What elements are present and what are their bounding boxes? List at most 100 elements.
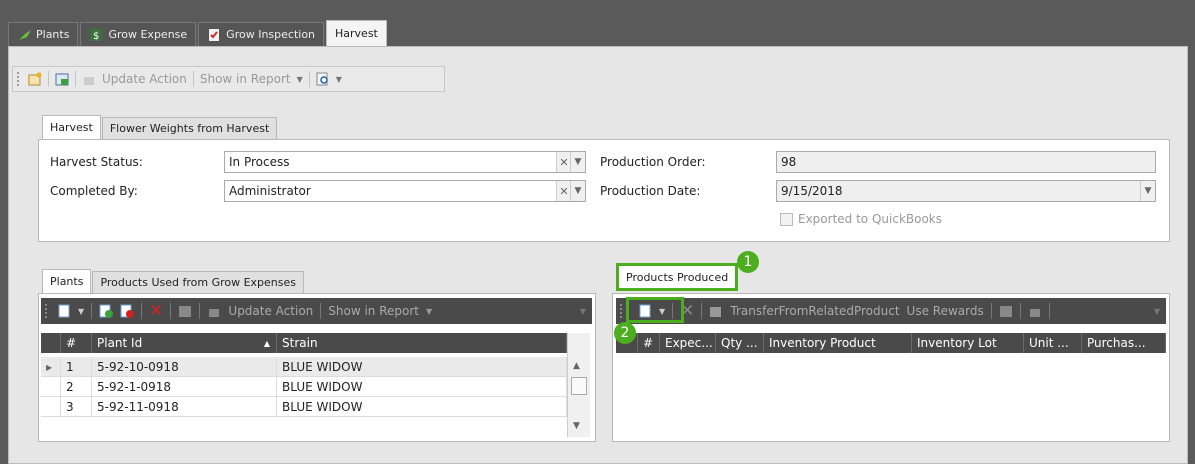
column-header-qty[interactable]: Qty ... [716,333,764,353]
column-header-purchase[interactable]: Purchas... [1082,333,1166,353]
tab-harvest[interactable]: Harvest [42,115,101,139]
add-item-icon[interactable] [99,304,114,318]
scrollbar-thumb[interactable] [571,377,587,395]
clear-icon[interactable]: ✕ [556,152,571,172]
plants-grid-header: # Plant Id ▲ Strain [41,333,567,353]
row-indicator-header [41,333,61,353]
toolbar-overflow-icon[interactable]: ▼ [1154,307,1160,316]
cell-plant-id: 5-92-1-0918 [92,377,277,397]
chevron-down-icon[interactable]: ▼ [570,152,585,172]
cell-plant-id: 5-92-10-0918 [92,357,277,377]
column-header-inventory-lot[interactable]: Inventory Lot [912,333,1024,353]
column-header-unit[interactable]: Unit ... [1024,333,1082,353]
delete-icon[interactable]: ✕ [149,301,163,321]
svg-text:$: $ [93,31,99,42]
harvest-status-field[interactable]: In Process ✕ ▼ [224,151,586,173]
column-header-expected[interactable]: Expec... [660,333,716,353]
callout-badge-1: 1 [737,251,759,273]
row-indicator [41,397,61,417]
table-row[interactable]: 2 5-92-1-0918 BLUE WIDOW [41,377,567,397]
transfer-from-related-product-button[interactable]: TransferFromRelatedProduct [730,304,899,318]
doc-tab-label: Grow Inspection [226,28,316,41]
products-grid-body[interactable] [616,353,1166,438]
plants-tabs: Plants Products Used from Grow Expenses [42,269,305,293]
column-header-plant-id[interactable]: Plant Id ▲ [92,333,277,353]
harvest-tabs: Harvest Flower Weights from Harvest [42,115,278,139]
toolbar-grip[interactable] [45,304,50,318]
cell-number: 3 [61,397,92,417]
toolbar-separator [1048,303,1050,319]
toolbar-separator [48,71,49,87]
use-rewards-button[interactable]: Use Rewards [907,304,984,318]
tab-products-produced[interactable]: Products Produced [616,263,739,291]
clear-icon[interactable]: ✕ [556,181,571,201]
cell-plant-id: 5-92-11-0918 [92,397,277,417]
toolbar-grip[interactable] [620,304,625,318]
doc-tab-grow-inspection[interactable]: Grow Inspection [198,22,325,46]
doc-tab-plants[interactable]: Plants [8,22,79,46]
doc-tab-label: Harvest [335,27,378,40]
doc-tab-harvest[interactable]: Harvest [326,20,387,46]
tab-flower-weights[interactable]: Flower Weights from Harvest [101,117,278,139]
update-action-icon [82,72,96,86]
cell-number: 1 [61,357,92,377]
column-header-strain[interactable]: Strain [277,333,567,353]
update-action-button[interactable]: Update Action [228,304,313,318]
show-in-report-button[interactable]: Show in Report [328,304,419,318]
exported-checkbox-row: Exported to QuickBooks [780,212,942,226]
column-header-number[interactable]: # [61,333,92,353]
report-search-icon[interactable] [316,72,330,86]
remove-item-icon[interactable] [120,304,135,318]
production-order-field[interactable]: 98 [776,151,1156,173]
update-action-icon [207,304,221,318]
show-in-report-button[interactable]: Show in Report [200,72,291,86]
cell-strain: BLUE WIDOW [277,397,567,417]
table-row[interactable]: ▶ 1 5-92-10-0918 BLUE WIDOW [41,357,567,377]
production-date-label: Production Date: [600,184,701,198]
toolbar-separator [199,303,201,319]
exported-label: Exported to QuickBooks [798,212,943,226]
doc-tab-grow-expense[interactable]: $ Grow Expense [80,22,197,46]
toolbar-overflow-icon[interactable]: ▼ [580,307,586,316]
column-header-number[interactable]: # [638,333,660,353]
column-header-inventory-product[interactable]: Inventory Product [764,333,912,353]
toolbar-grip[interactable] [17,72,22,86]
chevron-down-icon[interactable]: ▼ [426,307,432,316]
new-record-icon[interactable] [28,72,42,86]
chevron-down-icon[interactable]: ▼ [336,75,342,84]
app-window: Plants $ Grow Expense Grow Inspection Ha… [0,0,1195,464]
cell-number: 2 [61,377,92,397]
toolbar-separator [990,303,992,319]
chevron-down-icon[interactable]: ▼ [1140,181,1155,201]
tab-products-used[interactable]: Products Used from Grow Expenses [92,271,305,293]
production-order-label: Production Order: [600,155,706,169]
chevron-down-icon[interactable]: ▼ [570,181,585,201]
scroll-up-icon[interactable]: ▲ [573,361,580,371]
grid-export-icon[interactable] [999,304,1013,318]
production-date-field[interactable]: 9/15/2018 ▼ [776,180,1156,202]
expense-icon: $ [89,28,103,42]
completed-by-label: Completed By: [50,184,138,198]
update-action-button[interactable]: Update Action [102,72,187,86]
grid-export-icon[interactable] [55,72,69,86]
exported-checkbox[interactable] [780,212,793,226]
plants-toolbar: ▼ ✕ Update Action Show in Report ▼ ▼ [41,298,592,324]
cell-strain: BLUE WIDOW [277,357,567,377]
row-indicator-icon: ▶ [41,357,61,377]
table-row[interactable]: 3 5-92-11-0918 BLUE WIDOW [41,397,567,417]
inspection-icon [207,28,221,42]
grid-export-icon[interactable] [178,304,192,318]
doc-tab-label: Plants [36,28,70,41]
products-grid-header: # Expec... Qty ... Inventory Product Inv… [616,333,1166,353]
chevron-down-icon[interactable]: ▼ [297,75,303,84]
scroll-down-icon[interactable]: ▼ [573,421,580,431]
new-row-icon[interactable] [57,304,71,318]
tab-plants[interactable]: Plants [42,269,92,293]
harvest-status-label: Harvest Status: [50,155,143,169]
chevron-down-icon[interactable]: ▼ [78,307,84,316]
toolbar-separator [141,303,143,319]
plants-grid-scrollbar[interactable]: ▲ ▼ [567,333,590,437]
completed-by-field[interactable]: Administrator ✕ ▼ [224,180,586,202]
toolbar-separator [170,303,172,319]
column-header-label: Plant Id [97,336,143,350]
